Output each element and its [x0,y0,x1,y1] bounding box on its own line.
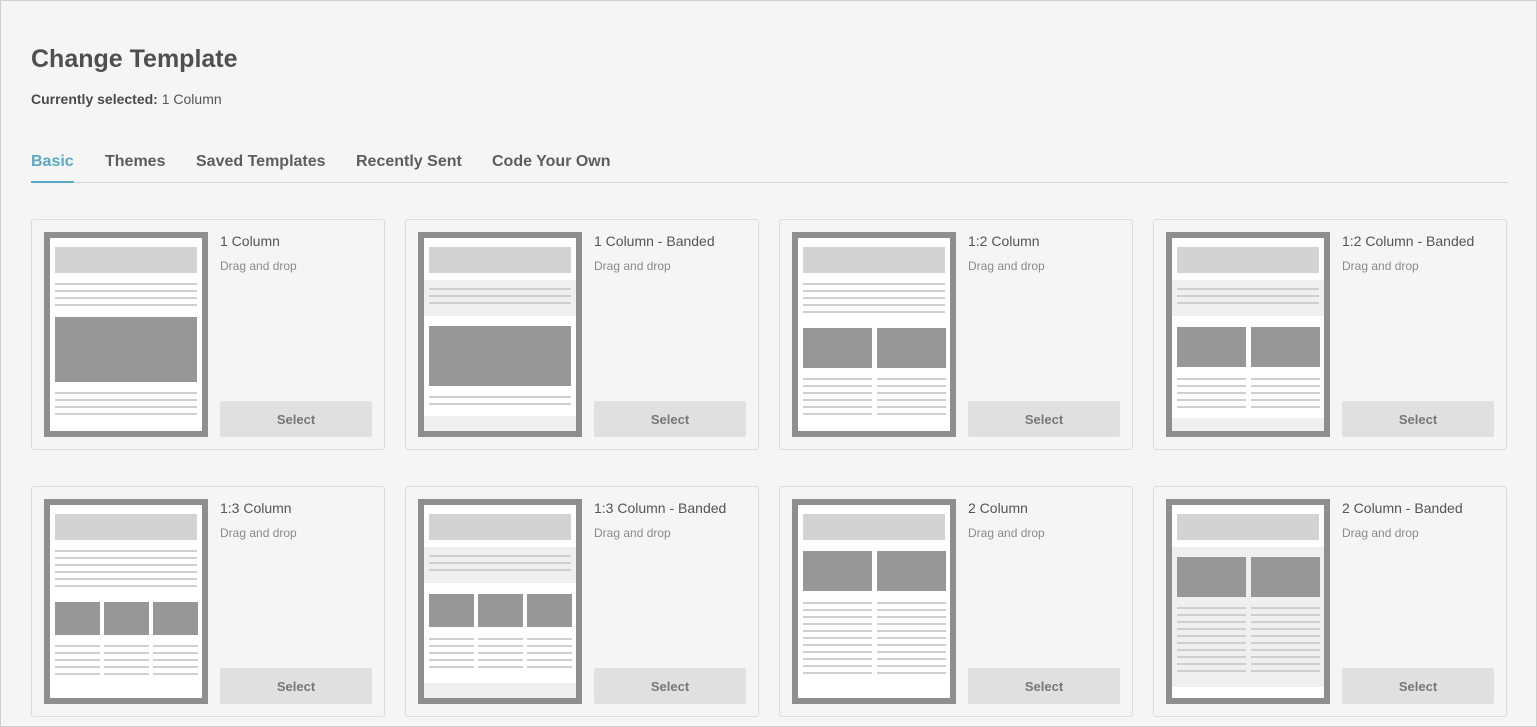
template-thumbnail[interactable] [1166,499,1330,704]
template-name: 1:2 Column [968,233,1040,249]
template-subtitle: Drag and drop [968,526,1045,540]
select-button[interactable]: Select [968,401,1120,437]
select-button[interactable]: Select [1342,668,1494,704]
select-button[interactable]: Select [594,401,746,437]
tab-code-your-own[interactable]: Code Your Own [492,153,611,183]
template-subtitle: Drag and drop [220,259,297,273]
template-card-2-column-banded: 2 Column - Banded Drag and drop Select [1153,486,1507,717]
template-thumbnail[interactable] [418,232,582,437]
currently-selected-label: Currently selected: [31,91,158,107]
template-card-1-column: 1 Column Drag and drop Select [31,219,385,450]
tab-recently-sent[interactable]: Recently Sent [356,153,462,183]
template-thumbnail[interactable] [418,499,582,704]
template-card-1-2-column-banded: 1:2 Column - Banded Drag and drop Select [1153,219,1507,450]
template-name: 1 Column [220,233,280,249]
template-card-1-column-banded: 1 Column - Banded Drag and drop Select [405,219,759,450]
select-button[interactable]: Select [220,668,372,704]
template-subtitle: Drag and drop [594,259,671,273]
tab-basic[interactable]: Basic [31,153,74,183]
template-card-2-column: 2 Column Drag and drop Select [779,486,1133,717]
tab-saved-templates[interactable]: Saved Templates [196,153,326,183]
thumbnail-two-column [798,505,950,698]
thumbnail-one-column [50,238,202,431]
template-name: 1:3 Column - Banded [594,500,727,516]
template-tabs: Basic Themes Saved Templates Recently Se… [31,153,1508,183]
page-title: Change Template [31,45,238,73]
select-button[interactable]: Select [594,668,746,704]
template-subtitle: Drag and drop [1342,259,1419,273]
template-name: 1:3 Column [220,500,292,516]
template-name: 1:2 Column - Banded [1342,233,1475,249]
template-thumbnail[interactable] [1166,232,1330,437]
template-card-1-2-column: 1:2 Column Drag and drop Select [779,219,1133,450]
template-card-1-3-column: 1:3 Column Drag and drop Select [31,486,385,717]
select-button[interactable]: Select [968,668,1120,704]
thumbnail-one-two-column [798,238,950,431]
template-name: 2 Column [968,500,1028,516]
template-name: 2 Column - Banded [1342,500,1463,516]
template-name: 1 Column - Banded [594,233,715,249]
currently-selected-value: 1 Column [161,91,222,107]
template-thumbnail[interactable] [792,499,956,704]
thumbnail-two-column-banded [1172,505,1324,698]
select-button[interactable]: Select [1342,401,1494,437]
currently-selected: Currently selected: 1 Column [31,91,222,107]
template-subtitle: Drag and drop [1342,526,1419,540]
template-thumbnail[interactable] [792,232,956,437]
thumbnail-one-three-column-banded [424,505,576,698]
thumbnail-one-column-banded [424,238,576,431]
template-thumbnail[interactable] [44,232,208,437]
tab-themes[interactable]: Themes [105,153,165,183]
thumbnail-one-two-column-banded [1172,238,1324,431]
template-thumbnail[interactable] [44,499,208,704]
template-subtitle: Drag and drop [594,526,671,540]
template-subtitle: Drag and drop [220,526,297,540]
thumbnail-one-three-column [50,505,202,698]
select-button[interactable]: Select [220,401,372,437]
template-card-1-3-column-banded: 1:3 Column - Banded Drag and drop Select [405,486,759,717]
template-subtitle: Drag and drop [968,259,1045,273]
